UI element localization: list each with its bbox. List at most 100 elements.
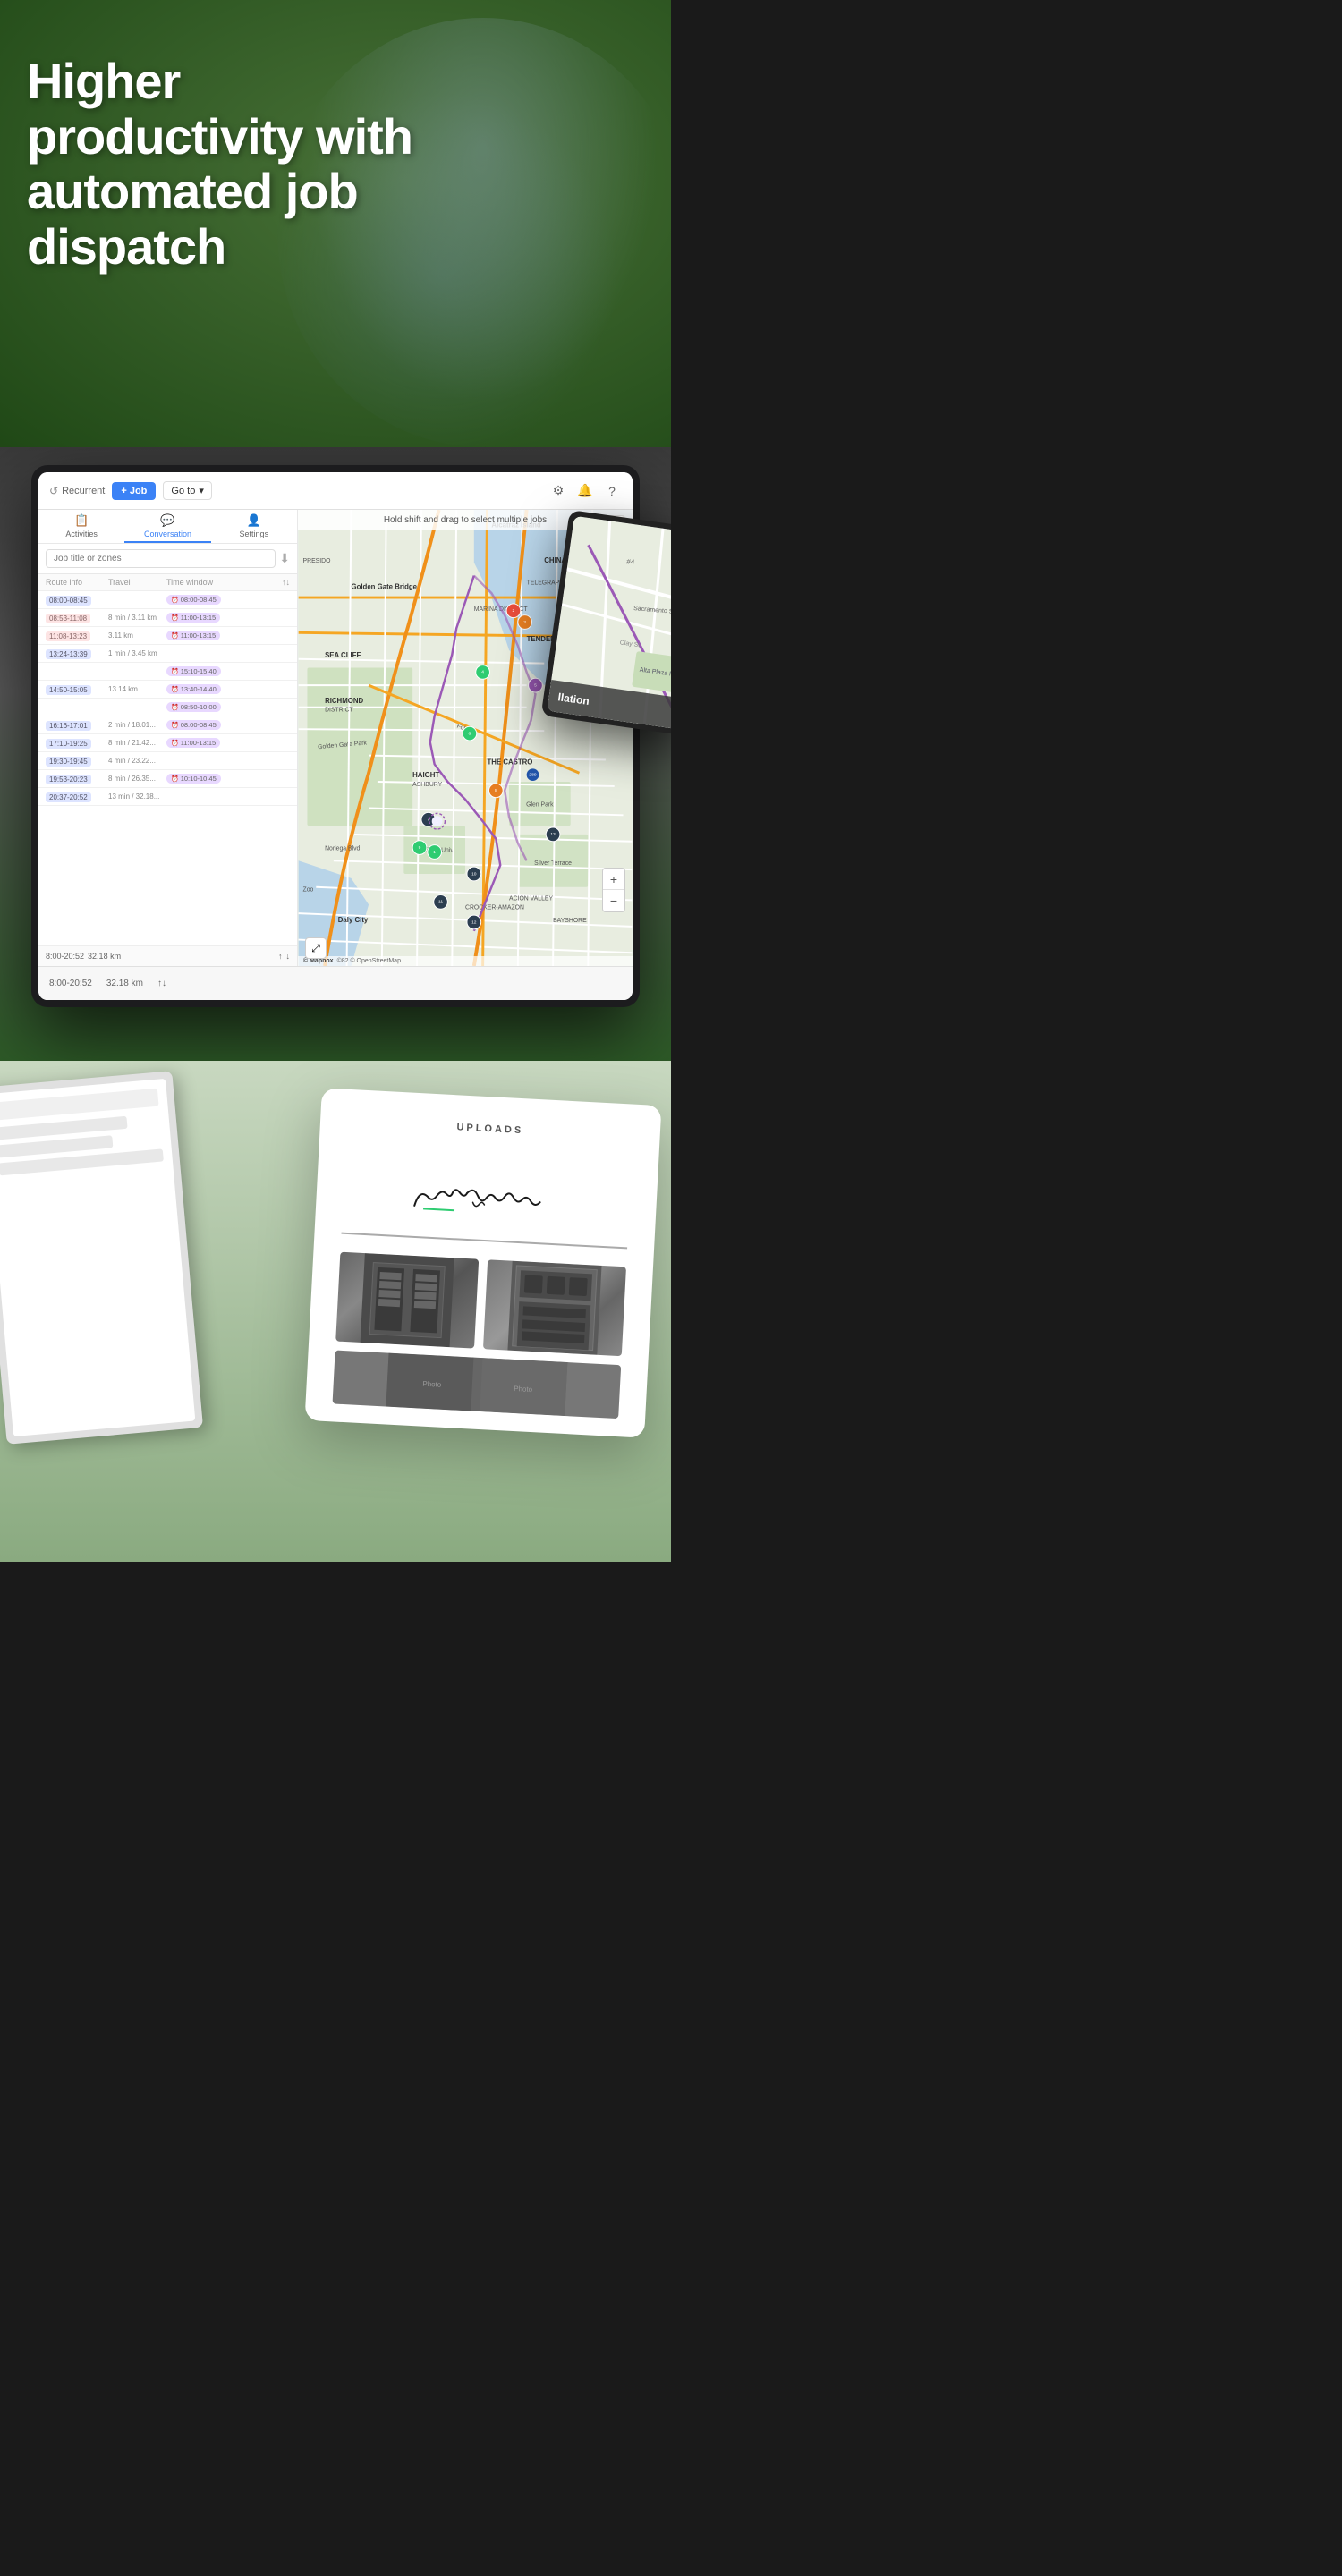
col-route-header: Route info bbox=[46, 578, 108, 587]
signature-area bbox=[341, 1145, 632, 1250]
laptop-screen: ↺ Recurrent + Job Go to ▾ ⚙ 🔔 ? bbox=[38, 472, 633, 1000]
footer-time-distance: 8:00-20:52 32.18 km bbox=[46, 952, 121, 961]
table-row[interactable]: 08:00-08:45 08:00-08:45 bbox=[38, 591, 297, 609]
svg-text:1: 1 bbox=[433, 850, 436, 855]
table-row[interactable]: 15:10-15:40 bbox=[38, 663, 297, 681]
svg-text:CROCKER-AMAZON: CROCKER-AMAZON bbox=[465, 904, 524, 911]
svg-text:11: 11 bbox=[438, 900, 443, 905]
svg-text:Photo: Photo bbox=[514, 1385, 533, 1394]
svg-text:Noriega Blvd: Noriega Blvd bbox=[325, 846, 360, 852]
svg-text:DISTRICT: DISTRICT bbox=[325, 708, 353, 714]
svg-text:3: 3 bbox=[523, 620, 526, 625]
sidebar: 📋 Activities 💬 Conversation 👤 Settings bbox=[38, 510, 298, 966]
scroll-down-icon[interactable]: ↓ bbox=[286, 952, 291, 961]
table-row[interactable]: 14:50-15:05 13.14 km 13:40-14:40 bbox=[38, 681, 297, 699]
photo-panel bbox=[483, 1259, 626, 1356]
app-toolbar: ↺ Recurrent + Job Go to ▾ ⚙ 🔔 ? bbox=[38, 472, 633, 510]
svg-text:2: 2 bbox=[513, 608, 515, 614]
expand-map-button[interactable]: ⤢ bbox=[305, 937, 327, 959]
mobile-left-screen bbox=[0, 1079, 195, 1436]
svg-text:6: 6 bbox=[469, 731, 471, 736]
svg-text:ASHBURY: ASHBURY bbox=[412, 782, 442, 788]
settings-label: Settings bbox=[240, 530, 269, 538]
settings-nav-icon: 👤 bbox=[247, 513, 261, 528]
goto-chevron-icon: ▾ bbox=[199, 485, 204, 496]
svg-text:5: 5 bbox=[534, 682, 537, 688]
download-icon[interactable]: ⬇ bbox=[279, 551, 290, 566]
footer-scroll: ↑ ↓ bbox=[278, 952, 290, 961]
map-controls: + − bbox=[602, 868, 625, 912]
status-time-range: 8:00-20:52 bbox=[49, 979, 92, 988]
svg-text:Golden Gate Bridge: Golden Gate Bridge bbox=[352, 582, 418, 590]
col-travel-header: Travel bbox=[108, 578, 166, 587]
activities-label: Activities bbox=[65, 530, 98, 538]
zoom-in-button[interactable]: + bbox=[603, 869, 624, 890]
svg-text:8: 8 bbox=[495, 788, 497, 793]
svg-text:#4: #4 bbox=[626, 557, 635, 566]
table-row[interactable]: 19:53-20:23 8 min / 26.35... 10:10-10:45 bbox=[38, 770, 297, 788]
sidebar-nav-conversation[interactable]: 💬 Conversation bbox=[124, 510, 210, 543]
svg-text:HAIGHT: HAIGHT bbox=[412, 771, 439, 779]
laptop-frame: ↺ Recurrent + Job Go to ▾ ⚙ 🔔 ? bbox=[31, 465, 640, 1007]
app-section: #4 Sacramento St Clay St Alta Plaza Park… bbox=[0, 447, 671, 1061]
map-attribution-codes: ©82 © OpenStreetMap bbox=[337, 958, 401, 964]
scroll-up-icon[interactable]: ↑ bbox=[278, 952, 283, 961]
sidebar-nav-activities[interactable]: 📋 Activities bbox=[38, 510, 124, 543]
sidebar-rows: 08:00-08:45 08:00-08:45 08:53-11:08 8 mi… bbox=[38, 591, 297, 945]
mapbox-logo: © Mapbox bbox=[303, 958, 334, 964]
right-device-screen: #4 Sacramento St Clay St Alta Plaza Park… bbox=[547, 516, 671, 729]
sidebar-nav: 📋 Activities 💬 Conversation 👤 Settings bbox=[38, 510, 297, 544]
recurrent-icon: ↺ bbox=[49, 485, 58, 497]
conversation-label: Conversation bbox=[144, 530, 191, 538]
svg-text:Zoo: Zoo bbox=[303, 887, 314, 894]
goto-button[interactable]: Go to ▾ bbox=[163, 481, 211, 500]
photo-electrical bbox=[336, 1252, 479, 1349]
table-row[interactable]: 11:08-13:23 3.11 km 11:00-13:15 bbox=[38, 627, 297, 645]
svg-text:ACION VALLEY: ACION VALLEY bbox=[509, 895, 553, 902]
table-row[interactable]: 13:24-13:39 1 min / 3.45 km bbox=[38, 645, 297, 663]
conversation-icon: 💬 bbox=[160, 513, 174, 528]
sidebar-footer: 8:00-20:52 32.18 km ↑ ↓ bbox=[38, 945, 297, 966]
add-job-button[interactable]: + Job bbox=[112, 482, 156, 500]
settings-icon[interactable]: ⚙ bbox=[548, 481, 568, 501]
sort-icon[interactable]: ↑↓ bbox=[282, 578, 290, 587]
recurrent-toggle[interactable]: ↺ Recurrent bbox=[49, 485, 105, 497]
activities-icon: 📋 bbox=[74, 513, 89, 528]
photo-partial: Photo Photo bbox=[333, 1350, 622, 1419]
svg-text:4: 4 bbox=[481, 670, 484, 675]
table-row[interactable]: 16:16-17:01 2 min / 18.01... 08:00-08:45 bbox=[38, 716, 297, 734]
svg-text:RICHMOND: RICHMOND bbox=[325, 697, 363, 705]
table-row[interactable]: 17:10-19:25 8 min / 21.42... 11:00-13:15 bbox=[38, 734, 297, 752]
search-input[interactable] bbox=[46, 549, 276, 568]
status-distance: 32.18 km bbox=[106, 979, 143, 988]
svg-text:SEA CLIFF: SEA CLIFF bbox=[325, 651, 361, 659]
status-sort: ↑↓ bbox=[157, 979, 166, 988]
table-row[interactable]: 20:37-20:52 13 min / 32.18... bbox=[38, 788, 297, 806]
svg-text:289: 289 bbox=[529, 772, 536, 777]
mobile-left-device bbox=[0, 1071, 203, 1445]
svg-text:10: 10 bbox=[471, 871, 477, 877]
footer-time: 8:00-20:52 bbox=[46, 952, 84, 961]
footer-distance-val: 32.18 km bbox=[88, 952, 121, 961]
mobile-section: UPLOADS bbox=[0, 1061, 671, 1562]
svg-text:1: 1 bbox=[436, 818, 438, 824]
bell-icon[interactable]: 🔔 bbox=[575, 481, 595, 501]
svg-text:Daly City: Daly City bbox=[338, 916, 369, 924]
photos-grid bbox=[336, 1252, 626, 1357]
signature-svg bbox=[395, 1156, 578, 1236]
table-row[interactable]: 08:53-11:08 8 min / 3.11 km 11:00-13:15 bbox=[38, 609, 297, 627]
col-timewindow-header: Time window bbox=[166, 578, 282, 587]
svg-text:Photo: Photo bbox=[422, 1380, 442, 1389]
help-icon[interactable]: ? bbox=[602, 481, 622, 501]
uploads-title: UPLOADS bbox=[347, 1116, 633, 1142]
table-row[interactable]: 19:30-19:45 4 min / 23.22... bbox=[38, 752, 297, 770]
svg-text:12: 12 bbox=[471, 919, 477, 925]
zoom-out-button[interactable]: − bbox=[603, 890, 624, 911]
map-attribution: © Mapbox ©82 © OpenStreetMap bbox=[298, 956, 633, 966]
svg-text:THE CASTRO: THE CASTRO bbox=[488, 758, 533, 766]
toolbar-icons: ⚙ 🔔 ? bbox=[548, 481, 622, 501]
sidebar-nav-settings[interactable]: 👤 Settings bbox=[211, 510, 297, 543]
app-body: 📋 Activities 💬 Conversation 👤 Settings bbox=[38, 510, 633, 966]
table-row[interactable]: 08:50-10:00 bbox=[38, 699, 297, 716]
svg-text:BAYSHORE: BAYSHORE bbox=[553, 918, 587, 924]
